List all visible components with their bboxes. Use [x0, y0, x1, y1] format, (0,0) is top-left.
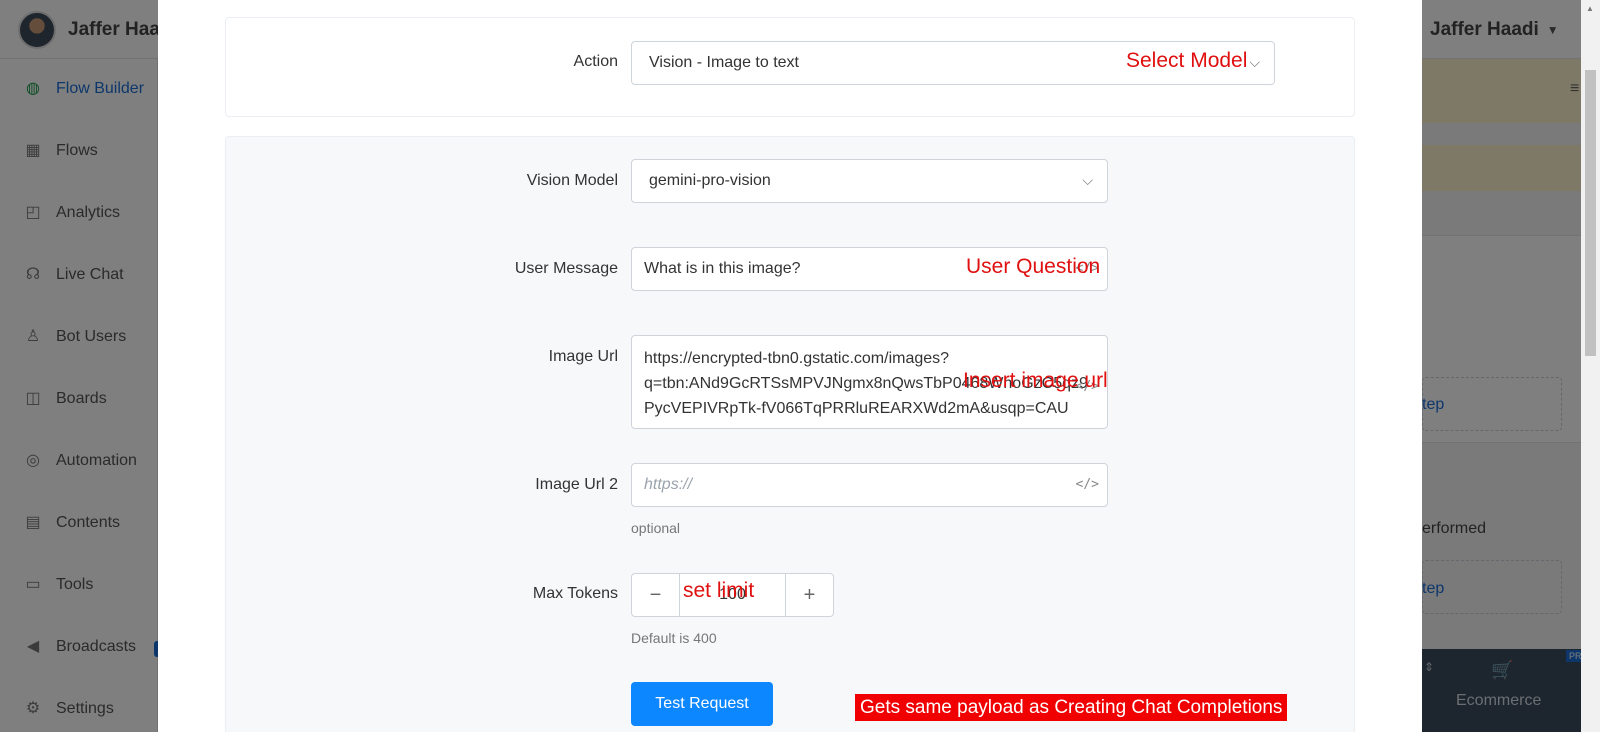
- test-request-button[interactable]: Test Request: [631, 682, 773, 726]
- image-url-label: Image Url: [548, 348, 618, 365]
- annotation-select-model: Select Model: [1126, 49, 1248, 72]
- max-tokens-help: Default is 400: [631, 630, 717, 646]
- vision-model-value: gemini-pro-vision: [649, 172, 771, 189]
- action-select-value: Vision - Image to text: [649, 54, 799, 71]
- chevron-down-icon: ⌵: [1249, 54, 1260, 70]
- code-icon[interactable]: </>: [1076, 477, 1099, 492]
- vision-settings-card: [225, 136, 1355, 732]
- annotation-set-limit: set limit: [683, 579, 755, 602]
- image-url-2-placeholder: https://: [644, 476, 693, 493]
- image-url-2-help: optional: [631, 520, 681, 536]
- decrement-button[interactable]: −: [632, 574, 679, 616]
- annotation-user-question: User Question: [966, 255, 1101, 278]
- scroll-up-icon[interactable]: ▲: [1586, 4, 1594, 13]
- user-message-value: What is in this image?: [644, 260, 801, 277]
- vision-model-label: Vision Model: [526, 172, 618, 189]
- max-tokens-label: Max Tokens: [532, 585, 618, 602]
- user-message-label: User Message: [514, 260, 618, 277]
- annotation-payload-note: Gets same payload as Creating Chat Compl…: [855, 694, 1288, 721]
- image-url-2-input[interactable]: https:// </>: [631, 463, 1108, 507]
- action-label: Action: [573, 53, 618, 70]
- image-url-line: https://encrypted-tbn0.gstatic.com/image…: [644, 350, 950, 367]
- chevron-down-icon: ⌵: [1082, 172, 1093, 188]
- page-scrollbar[interactable]: ▲: [1581, 0, 1600, 732]
- action-modal: Action Vision - Image to text ⌵ Select M…: [158, 0, 1422, 732]
- increment-button[interactable]: +: [786, 574, 833, 616]
- scrollbar-thumb[interactable]: [1585, 70, 1596, 356]
- vision-model-select[interactable]: gemini-pro-vision ⌵: [631, 159, 1108, 203]
- image-url-2-label: Image Url 2: [535, 476, 618, 493]
- annotation-insert-image-url: Insert image url: [963, 369, 1108, 392]
- image-url-line: PycVEPIVRpTk-fV066TqPRRluREARXWd2mA&usqp…: [644, 400, 1069, 417]
